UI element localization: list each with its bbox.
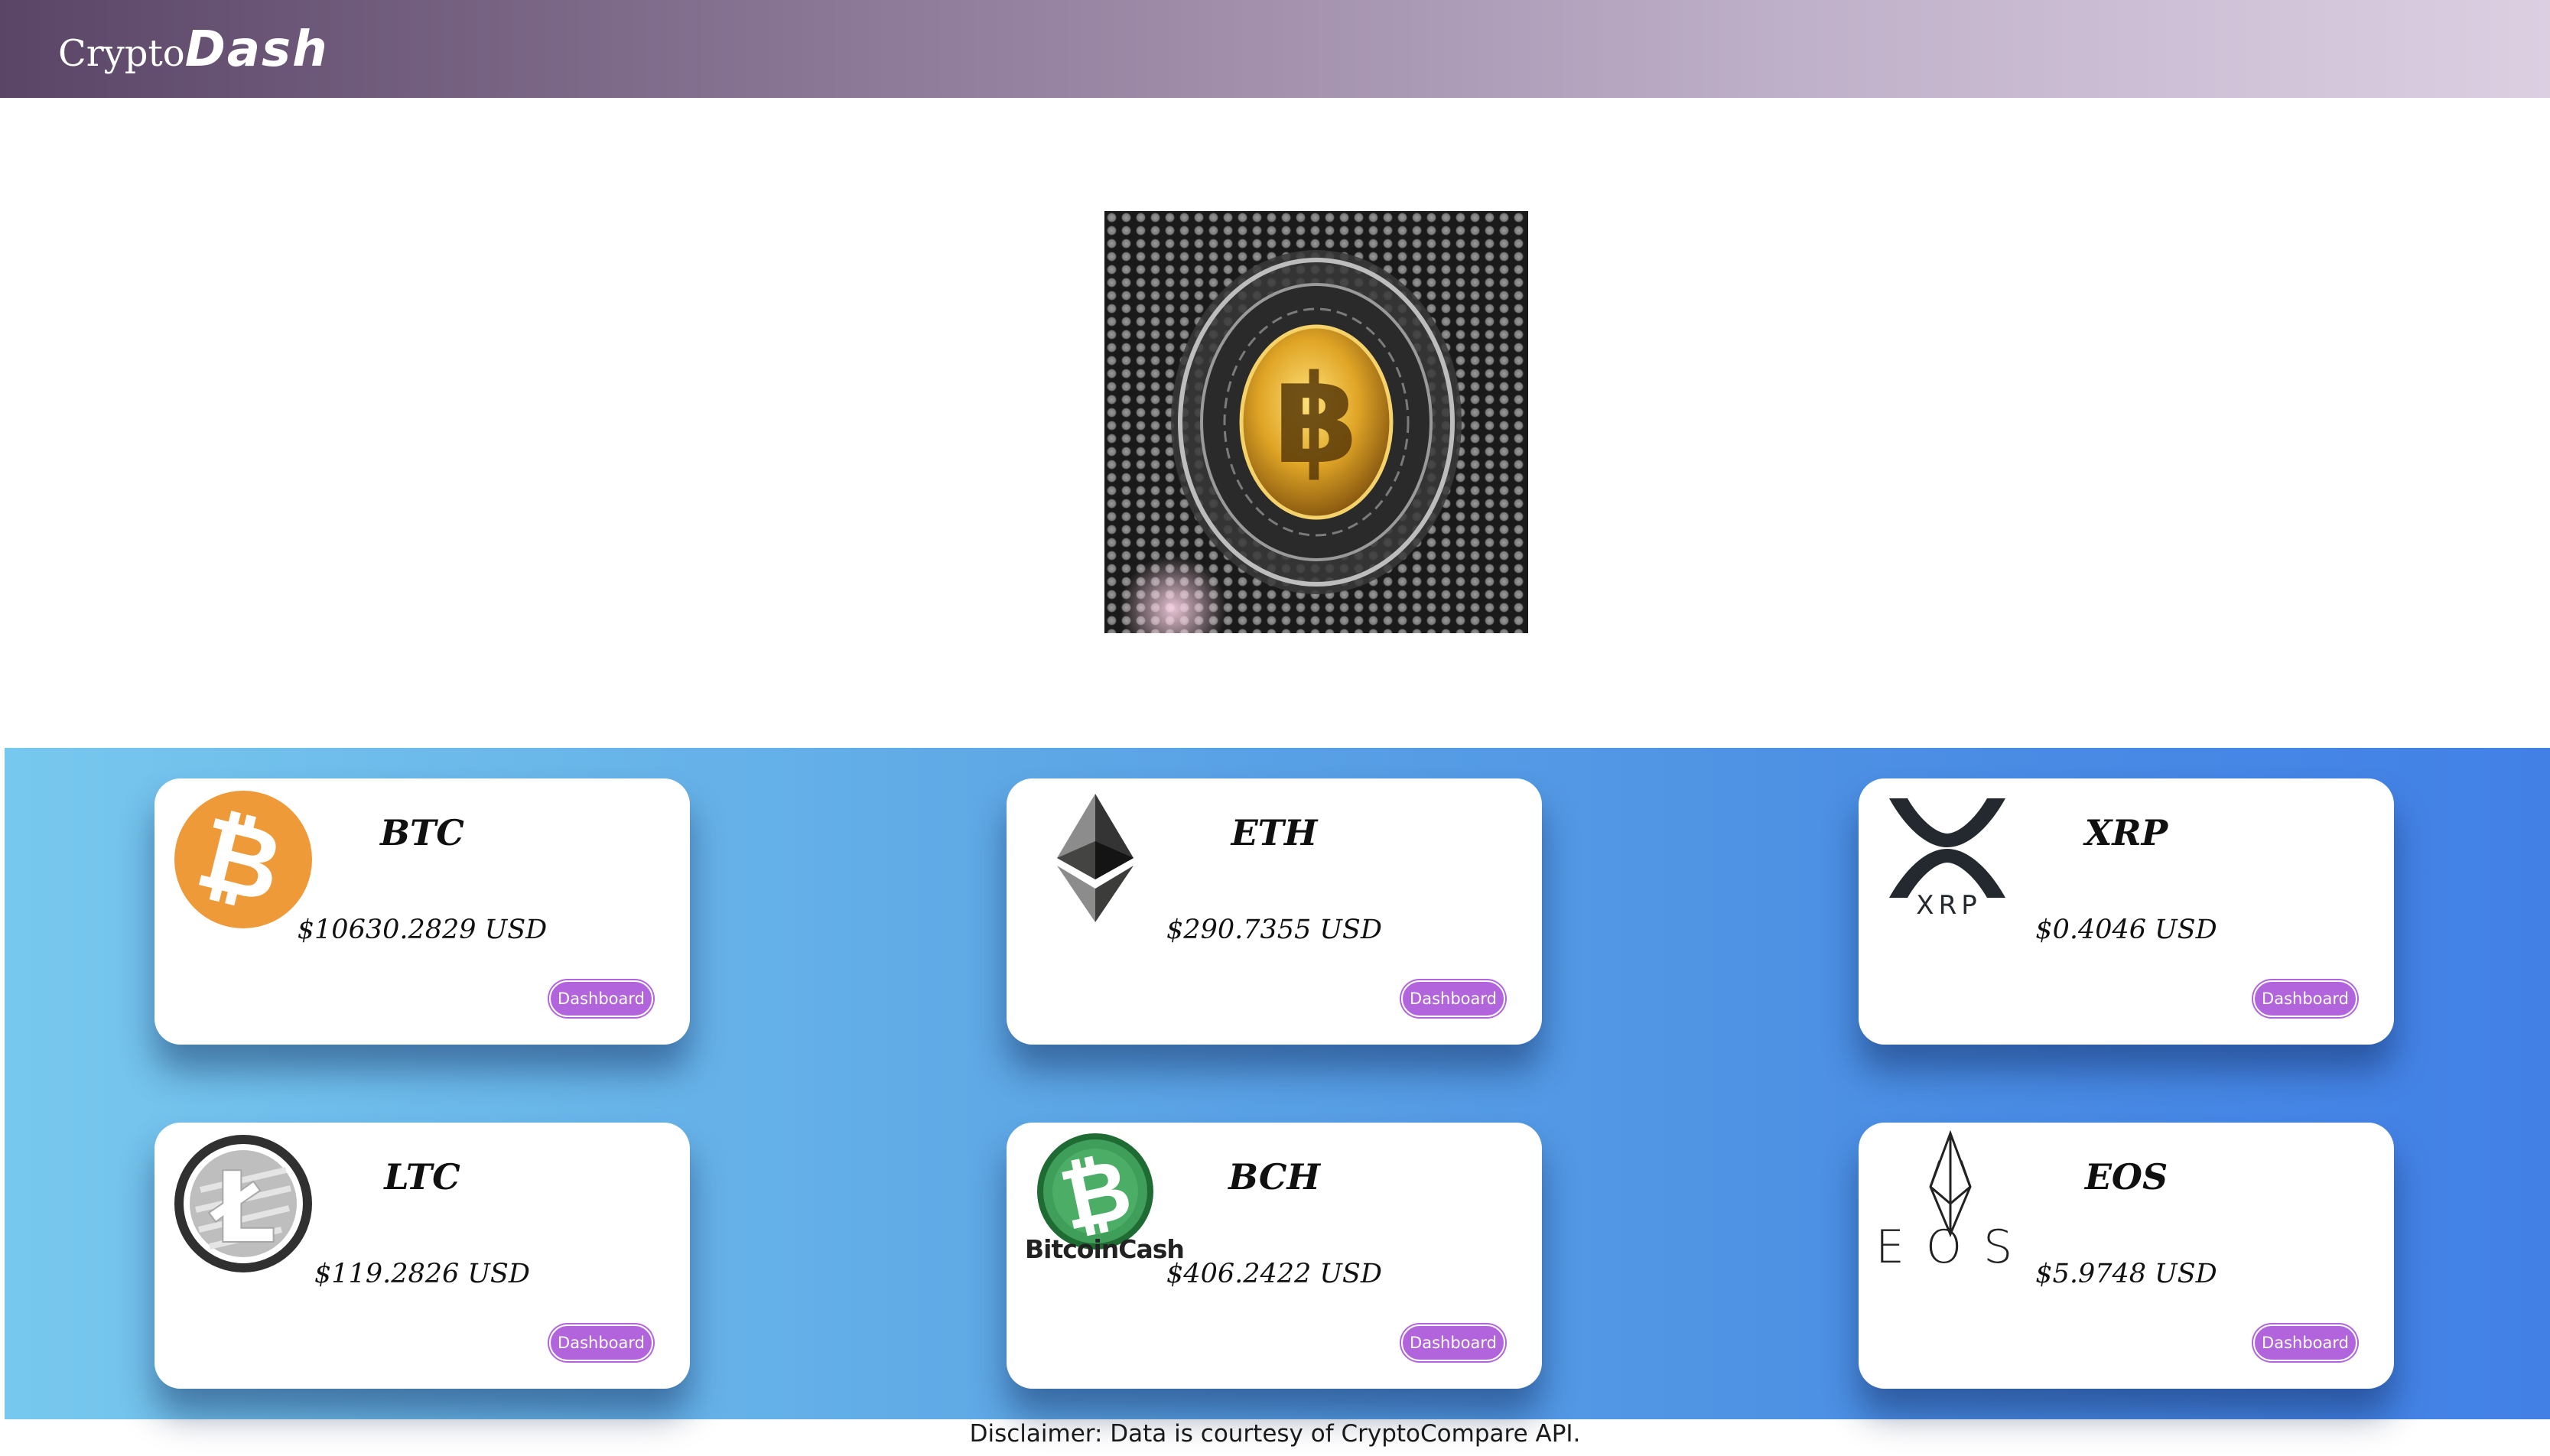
coin-symbol: BCH xyxy=(1228,1156,1320,1198)
brand-logo-dash: Dash xyxy=(184,21,329,78)
dashboard-button[interactable]: Dashboard xyxy=(549,980,653,1017)
svg-text:Ł: Ł xyxy=(209,1152,276,1266)
dashboard-button[interactable]: Dashboard xyxy=(549,1324,653,1361)
dashboard-button[interactable]: Dashboard xyxy=(2253,980,2357,1017)
disclaimer-text: Disclaimer: Data is courtesy of CryptoCo… xyxy=(969,1420,1581,1448)
coin-symbol: XRP xyxy=(2084,812,2168,853)
coin-symbol: LTC xyxy=(384,1156,460,1198)
coin-card-bch: ₿ BitcoinCash BCH $406.2422 USD Dashboar… xyxy=(1007,1123,1542,1389)
coin-price: $119.2826 USD xyxy=(314,1259,530,1289)
bitcoin-icon: ₿ xyxy=(174,791,312,928)
coin-price: $290.7355 USD xyxy=(1166,915,1382,945)
coin-price: $406.2422 USD xyxy=(1166,1259,1382,1289)
bitcoin-hero-icon: ฿ xyxy=(1120,250,1462,633)
litecoin-icon: Ł xyxy=(174,1135,312,1272)
bitcoin-hero-image: ฿ xyxy=(1104,211,1528,633)
coin-price: $0.4046 USD xyxy=(2035,915,2217,945)
coin-card-eos: EOS EOS $5.9748 USD Dashboard xyxy=(1859,1123,2394,1389)
top-navbar: CryptoDash xyxy=(0,0,2550,98)
coin-price: $5.9748 USD xyxy=(2035,1259,2217,1289)
coin-card-ltc: Ł LTC $119.2826 USD Dashboard xyxy=(154,1123,690,1389)
brand-logo[interactable]: CryptoDash xyxy=(58,21,329,78)
coin-card-btc: ₿ BTC $10630.2829 USD Dashboard xyxy=(154,778,690,1045)
ethereum-icon xyxy=(1057,794,1134,922)
coin-symbol: BTC xyxy=(380,812,464,853)
coin-price: $10630.2829 USD xyxy=(297,915,548,945)
coin-symbol: EOS xyxy=(2084,1156,2168,1198)
dashboard-button[interactable]: Dashboard xyxy=(2253,1324,2357,1361)
coin-symbol: ETH xyxy=(1231,812,1318,853)
coin-card-eth: ETH $290.7355 USD Dashboard xyxy=(1007,778,1542,1045)
coin-card-xrp: XRP XRP $0.4046 USD Dashboard xyxy=(1859,778,2394,1045)
svg-text:฿: ฿ xyxy=(1273,348,1358,491)
dashboard-button[interactable]: Dashboard xyxy=(1401,1324,1505,1361)
coin-cards-panel: ₿ BTC $10630.2829 USD Dashboard ETH $290… xyxy=(5,748,2550,1419)
dashboard-button[interactable]: Dashboard xyxy=(1401,980,1505,1017)
brand-logo-crypto: Crypto xyxy=(58,32,185,75)
